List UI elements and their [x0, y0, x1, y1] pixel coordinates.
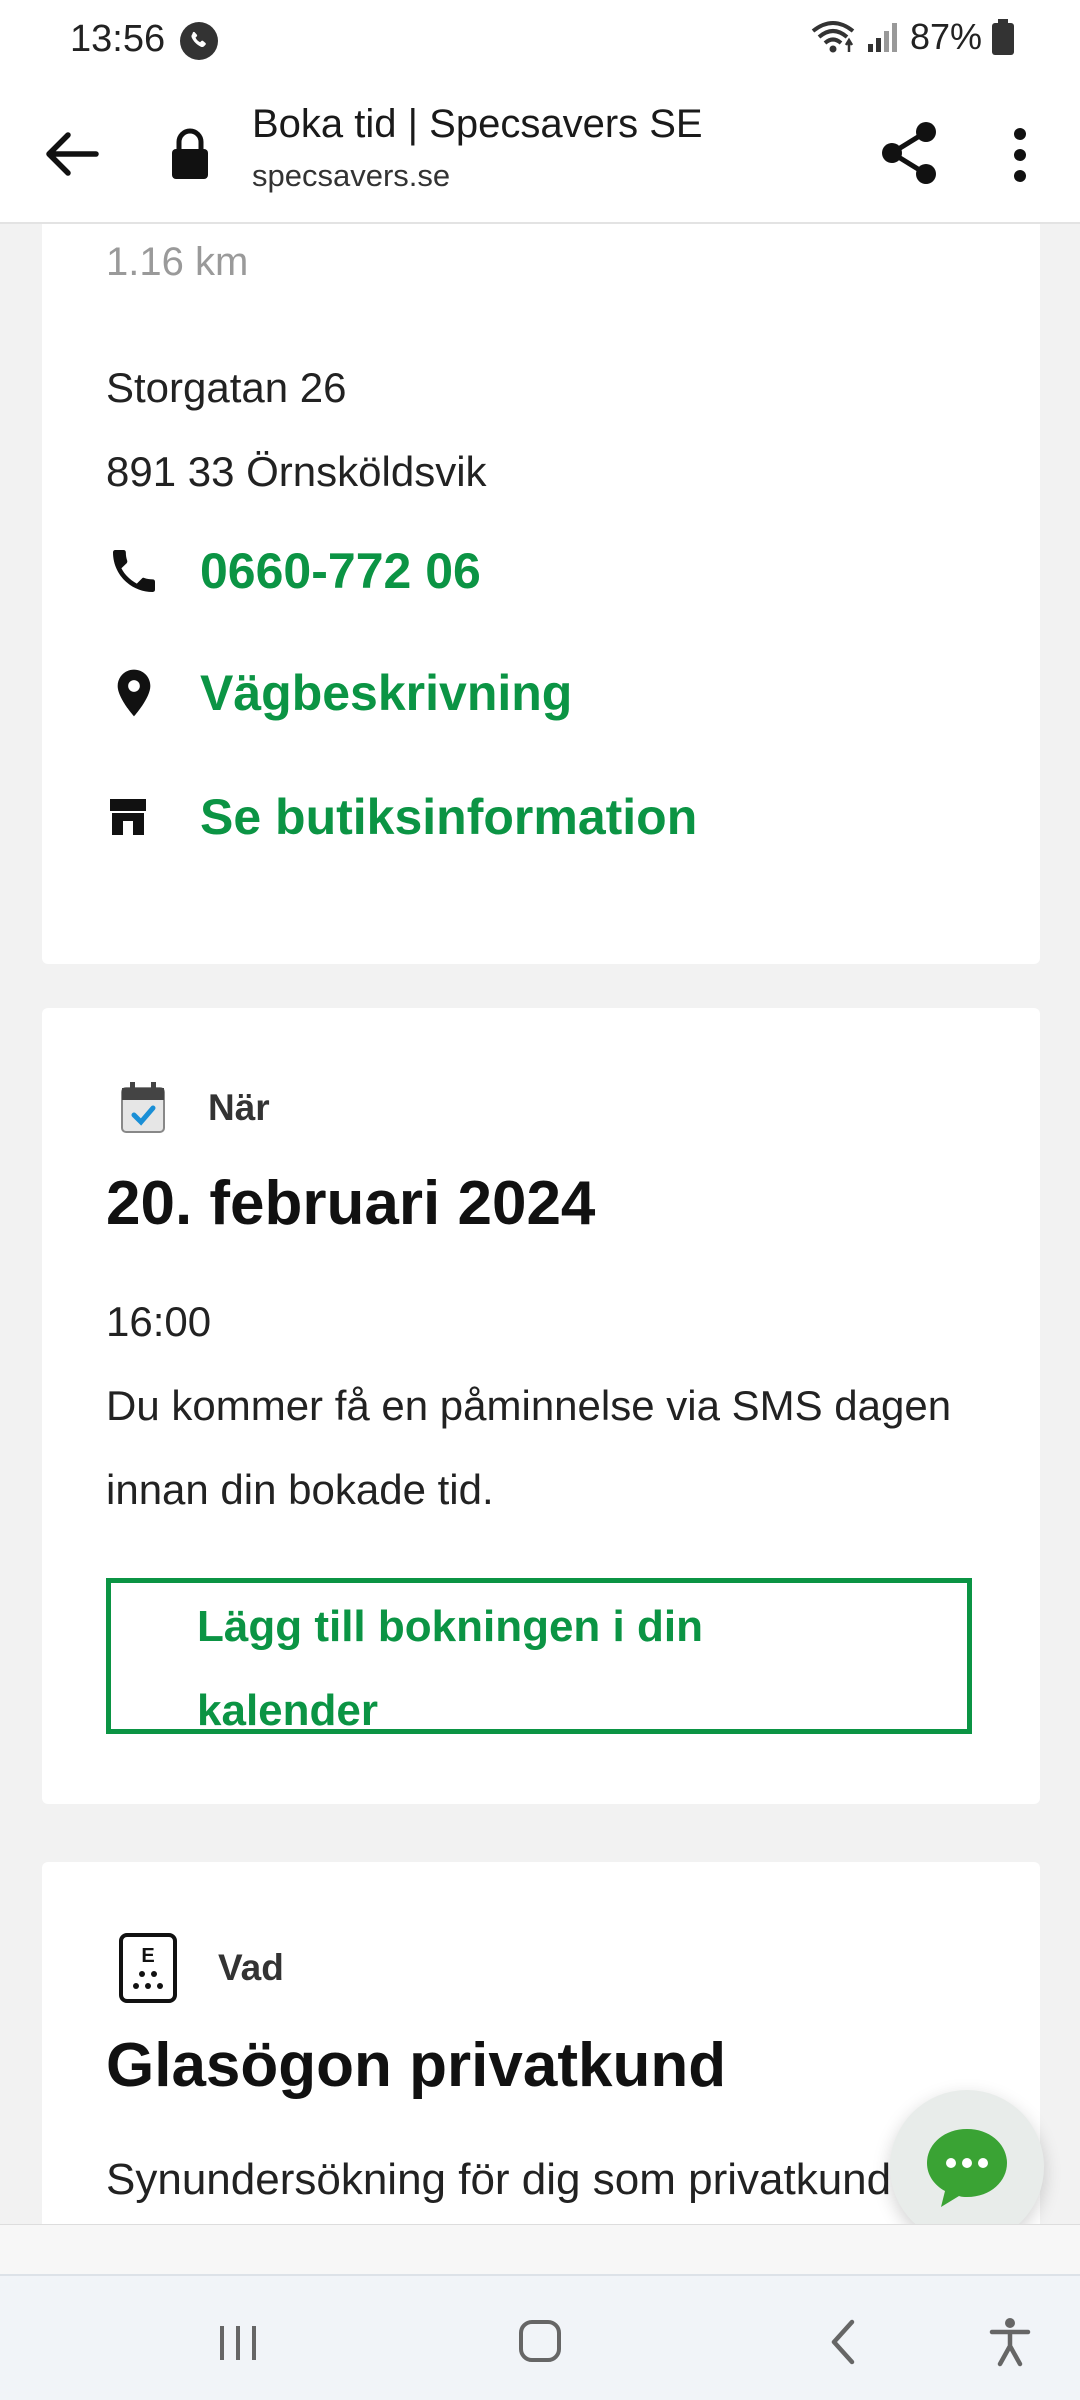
page-url[interactable]: specsavers.se: [252, 158, 450, 194]
screen: 13:56 87% Boka tid | Specsavers SE specs…: [0, 0, 1080, 2400]
add-to-calendar-button[interactable]: Lägg till bokningen i din kalender: [106, 1578, 972, 1735]
status-time: 13:56: [70, 18, 166, 60]
battery-percent: 87%: [909, 16, 982, 57]
share-icon[interactable]: [876, 118, 942, 188]
when-card: När 20. februari 2024 16:00 Du kommer få…: [42, 1008, 1040, 1804]
call-active-icon: [180, 22, 218, 60]
store-info-link[interactable]: Se butiksinformation: [106, 786, 697, 848]
phone-number[interactable]: 0660-772 06: [200, 542, 481, 600]
store-distance: 1.16 km: [106, 240, 249, 284]
eye-chart-icon: E: [119, 1933, 177, 2003]
when-header: När: [118, 1080, 270, 1136]
directions-label[interactable]: Vägbeskrivning: [200, 664, 572, 722]
map-pin-icon: [106, 662, 166, 724]
booking-date: 20. februari 2024: [106, 1169, 596, 1238]
service-title: Glasögon privatkund: [106, 2031, 727, 2100]
booking-time: 16:00: [106, 1298, 212, 1345]
phone-link[interactable]: 0660-772 06: [106, 540, 481, 602]
back-nav-icon[interactable]: [814, 2316, 874, 2368]
home-icon[interactable]: [510, 2316, 570, 2368]
recent-apps-icon[interactable]: [208, 2316, 268, 2368]
reminder-text: Du kommer få en påminnelse via SMS dagen…: [106, 1382, 952, 1513]
status-bar: 13:56 87%: [0, 0, 1080, 88]
store-address-street: Storgatan 26: [106, 364, 347, 411]
what-header: E Vad: [118, 1932, 284, 2004]
store-card: 1.16 km Storgatan 26 891 33 Örnsköldsvik…: [42, 224, 1040, 964]
store-icon: [106, 786, 166, 848]
signal-icon: [867, 23, 897, 52]
status-icons: 87%: [810, 16, 1014, 58]
battery-icon: [992, 19, 1014, 55]
browser-toolbar: Boka tid | Specsavers SE specsavers.se: [0, 88, 1080, 224]
back-arrow-icon[interactable]: [36, 118, 108, 190]
when-label: När: [208, 1087, 270, 1128]
page-title[interactable]: Boka tid | Specsavers SE: [252, 102, 703, 147]
service-description: Synundersökning för dig som privatkund.: [106, 2155, 904, 2204]
page-content: 1.16 km Storgatan 26 891 33 Örnsköldsvik…: [0, 224, 1080, 2224]
store-address-city: 891 33 Örnsköldsvik: [106, 448, 487, 495]
add-to-calendar-label: Lägg till bokningen i din kalender: [197, 1602, 703, 1735]
chat-bubble-icon: [927, 2129, 1007, 2207]
phone-icon: [106, 540, 166, 602]
browser-bottom-strip: [0, 2224, 1080, 2275]
lock-icon[interactable]: [168, 126, 212, 182]
wifi-icon: [811, 21, 855, 53]
store-info-label[interactable]: Se butiksinformation: [200, 788, 697, 846]
more-vert-icon[interactable]: [994, 120, 1046, 190]
system-nav-bar: [0, 2274, 1080, 2400]
calendar-check-icon: [121, 1082, 165, 1133]
what-label: Vad: [218, 1947, 284, 1988]
svg-text:E: E: [141, 1945, 154, 1967]
accessibility-icon[interactable]: [980, 2316, 1040, 2368]
chat-button[interactable]: [890, 2090, 1044, 2244]
directions-link[interactable]: Vägbeskrivning: [106, 662, 572, 724]
